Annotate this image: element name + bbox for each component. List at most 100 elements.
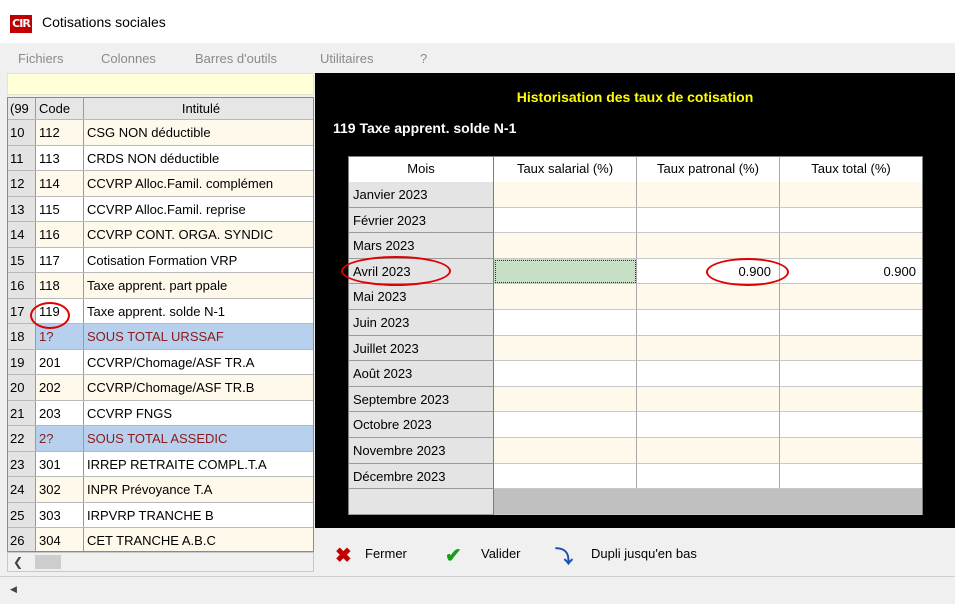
menu-colonnes[interactable]: Colonnes	[101, 51, 156, 66]
row-label[interactable]: CCVRP Alloc.Famil. reprise	[84, 196, 313, 221]
rate-row[interactable]: Juin 2023	[349, 310, 922, 336]
row-code[interactable]: 117	[36, 247, 84, 272]
table-row[interactable]: 23 301 IRREP RETRAITE COMPL.T.A	[8, 451, 313, 477]
salarial-cell[interactable]	[494, 438, 637, 464]
menu-help[interactable]: ?	[420, 51, 427, 66]
scroll-left-arrow-icon[interactable]: ◀	[10, 585, 17, 595]
row-code[interactable]: 202	[36, 375, 84, 400]
month-cell[interactable]: Mai 2023	[349, 284, 494, 310]
table-row[interactable]: 25 303 IRPVRP TRANCHE B	[8, 502, 313, 528]
bottom-scrollbar[interactable]: ◀	[0, 576, 955, 604]
month-cell[interactable]: Août 2023	[349, 361, 494, 387]
month-cell[interactable]: Juillet 2023	[349, 335, 494, 362]
row-label[interactable]: SOUS TOTAL ASSEDIC	[84, 426, 313, 451]
total-cell[interactable]	[780, 207, 922, 234]
total-cell[interactable]	[780, 412, 922, 438]
total-cell[interactable]	[780, 438, 922, 464]
row-number[interactable]: 19	[8, 349, 36, 374]
row-code[interactable]: 201	[36, 349, 84, 374]
salarial-cell-selected[interactable]	[494, 258, 637, 285]
salarial-cell[interactable]	[494, 361, 637, 387]
rate-row[interactable]: Décembre 2023	[349, 463, 922, 490]
month-cell[interactable]: Octobre 2023	[349, 412, 494, 438]
salarial-cell[interactable]	[494, 489, 637, 515]
table-row[interactable]: 14 116 CCVRP CONT. ORGA. SYNDIC	[8, 222, 313, 248]
rate-row[interactable]	[349, 489, 922, 515]
row-label[interactable]: Cotisation Formation VRP	[84, 247, 313, 272]
total-cell[interactable]	[780, 386, 922, 413]
row-code[interactable]: 304	[36, 528, 84, 551]
row-code[interactable]: 113	[36, 145, 84, 170]
total-cell[interactable]	[780, 233, 922, 259]
row-label[interactable]: INPR Prévoyance T.A	[84, 477, 313, 502]
patronal-cell[interactable]	[637, 463, 780, 490]
rate-row[interactable]: Mars 2023	[349, 233, 922, 259]
row-code[interactable]: 115	[36, 196, 84, 221]
rate-row[interactable]: Mai 2023	[349, 284, 922, 310]
row-label[interactable]: CCVRP Alloc.Famil. complémen	[84, 171, 313, 196]
table-row[interactable]: 10 112 CSG NON déductible	[8, 120, 313, 146]
patronal-cell[interactable]	[637, 386, 780, 413]
patronal-cell[interactable]	[637, 207, 780, 234]
month-cell[interactable]: Mars 2023	[349, 233, 494, 259]
patronal-cell[interactable]	[637, 335, 780, 362]
month-cell[interactable]: Novembre 2023	[349, 438, 494, 464]
row-label[interactable]: CCVRP/Chomage/ASF TR.A	[84, 349, 313, 374]
table-row[interactable]: 26 304 CET TRANCHE A.B.C	[8, 528, 313, 551]
total-cell[interactable]	[780, 463, 922, 490]
table-row[interactable]: 16 118 Taxe apprent. part ppale	[8, 273, 313, 299]
row-label[interactable]: Taxe apprent. solde N-1	[84, 298, 313, 323]
row-number[interactable]: 25	[8, 502, 36, 527]
horizontal-scrollbar[interactable]: ❮	[7, 552, 314, 572]
col-header-intitule[interactable]: Intitulé	[84, 98, 313, 119]
row-number[interactable]: 15	[8, 247, 36, 272]
salarial-cell[interactable]	[494, 386, 637, 413]
salarial-cell[interactable]	[494, 310, 637, 336]
row-label[interactable]: CCVRP/Chomage/ASF TR.B	[84, 375, 313, 400]
table-row[interactable]: 19 201 CCVRP/Chomage/ASF TR.A	[8, 349, 313, 375]
row-label[interactable]: CSG NON déductible	[84, 120, 313, 145]
total-cell[interactable]	[780, 182, 922, 208]
row-number[interactable]: 20	[8, 375, 36, 400]
rate-row[interactable]: Août 2023	[349, 361, 922, 387]
row-number[interactable]: 12	[8, 171, 36, 196]
total-cell[interactable]	[780, 310, 922, 336]
table-row[interactable]: 15 117 Cotisation Formation VRP	[8, 247, 313, 273]
col-header-num[interactable]: (99	[8, 98, 36, 119]
col-header-code[interactable]: Code	[36, 98, 84, 119]
month-cell[interactable]: Juin 2023	[349, 310, 494, 336]
rate-row[interactable]: Septembre 2023	[349, 386, 922, 413]
filter-strip[interactable]	[7, 73, 314, 95]
row-code[interactable]: 112	[36, 120, 84, 145]
total-cell[interactable]	[780, 489, 922, 515]
total-cell[interactable]	[780, 361, 922, 387]
row-number[interactable]: 11	[8, 145, 36, 170]
row-label[interactable]: CCVRP CONT. ORGA. SYNDIC	[84, 222, 313, 247]
table-row[interactable]: 12 114 CCVRP Alloc.Famil. complémen	[8, 171, 313, 197]
row-code[interactable]: 203	[36, 400, 84, 425]
patronal-cell[interactable]	[637, 361, 780, 387]
scroll-left-icon[interactable]: ❮	[13, 555, 23, 569]
row-number[interactable]: 13	[8, 196, 36, 221]
patronal-cell[interactable]	[637, 310, 780, 336]
menu-fichiers[interactable]: Fichiers	[18, 51, 64, 66]
row-number[interactable]: 22	[8, 426, 36, 451]
month-cell[interactable]	[349, 489, 494, 515]
month-cell[interactable]: Janvier 2023	[349, 182, 494, 208]
row-number[interactable]: 23	[8, 451, 36, 476]
row-code[interactable]: 2?	[36, 426, 84, 451]
patronal-cell[interactable]	[637, 412, 780, 438]
table-row[interactable]: 21 203 CCVRP FNGS	[8, 400, 313, 426]
row-code[interactable]: 301	[36, 451, 84, 476]
rate-row[interactable]: Novembre 2023	[349, 438, 922, 464]
row-code[interactable]: 118	[36, 273, 84, 298]
row-number[interactable]: 26	[8, 528, 36, 551]
salarial-cell[interactable]	[494, 412, 637, 438]
row-code[interactable]: 114	[36, 171, 84, 196]
salarial-cell[interactable]	[494, 207, 637, 234]
total-cell[interactable]	[780, 335, 922, 362]
row-label[interactable]: IRREP RETRAITE COMPL.T.A	[84, 451, 313, 476]
salarial-cell[interactable]	[494, 233, 637, 259]
row-label[interactable]: IRPVRP TRANCHE B	[84, 502, 313, 527]
rate-row[interactable]: Février 2023	[349, 207, 922, 234]
